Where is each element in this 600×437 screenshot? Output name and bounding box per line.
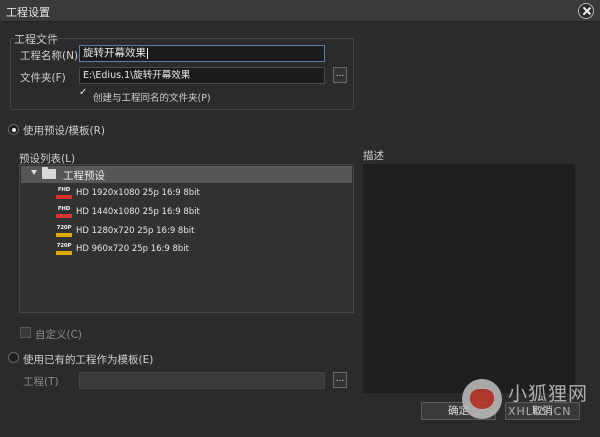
folder-path-value: E:\Edius.1\旋转开幕效果 xyxy=(83,70,191,81)
text-caret xyxy=(147,47,148,59)
title-bar: 工程设置 xyxy=(0,0,600,22)
resolution-badge-text: 720P xyxy=(56,243,72,249)
resolution-badge-bar xyxy=(56,251,72,255)
description-label: 描述 xyxy=(363,150,384,162)
watermark: 小狐狸网 XHLKS.CN xyxy=(462,375,592,425)
preset-item-label: HD 1280x720 25p 16:9 8bit xyxy=(76,226,195,236)
preset-item[interactable]: 720P HD 1280x720 25p 16:9 8bit xyxy=(56,225,346,241)
resolution-badge-text: 720P xyxy=(56,225,72,231)
preset-item-label: HD 960x720 25p 16:9 8bit xyxy=(76,244,190,254)
preset-item[interactable]: FHD HD 1440x1080 25p 16:9 8bit xyxy=(56,206,346,222)
template-project-input[interactable] xyxy=(79,372,325,389)
resolution-badge-icon: FHD xyxy=(56,187,72,200)
template-browse-button[interactable]: ... xyxy=(333,372,347,388)
window-title: 工程设置 xyxy=(6,6,50,19)
preset-folder-row[interactable]: 工程预设 xyxy=(21,166,352,183)
description-panel xyxy=(363,164,575,393)
preset-list[interactable]: 工程预设 FHD HD 1920x1080 25p 16:9 8bit FHD HD … xyxy=(19,164,354,313)
use-preset-label: 使用预设/模板(R) xyxy=(23,125,106,137)
resolution-badge-icon: FHD xyxy=(56,206,72,219)
close-icon[interactable] xyxy=(578,3,594,19)
create-folder-checkbox[interactable] xyxy=(79,87,90,101)
resolution-badge-icon: 720P xyxy=(56,243,72,256)
custom-checkbox[interactable] xyxy=(20,327,31,338)
fox-logo-icon xyxy=(462,379,502,419)
use-existing-template-radio[interactable] xyxy=(8,352,19,363)
resolution-badge-bar xyxy=(56,195,72,199)
folder-label: 文件夹(F) xyxy=(20,72,66,84)
project-name-input[interactable]: 旋转开幕效果 xyxy=(79,45,325,62)
expand-triangle-icon[interactable] xyxy=(31,170,37,175)
folder-icon xyxy=(42,167,56,179)
preset-folder-name: 工程预设 xyxy=(63,170,105,182)
resolution-badge-bar xyxy=(56,233,72,237)
preset-item[interactable]: FHD HD 1920x1080 25p 16:9 8bit xyxy=(56,187,346,203)
resolution-badge-text: FHD xyxy=(57,187,71,193)
folder-path-input[interactable]: E:\Edius.1\旋转开幕效果 xyxy=(79,67,325,84)
folder-browse-button[interactable]: ... xyxy=(333,67,347,83)
watermark-sub: XHLKS.CN xyxy=(508,405,572,418)
watermark-main: 小狐狸网 xyxy=(508,383,589,405)
use-preset-radio[interactable] xyxy=(8,124,19,135)
preset-item[interactable]: 720P HD 960x720 25p 16:9 8bit xyxy=(56,243,346,259)
resolution-badge-icon: 720P xyxy=(56,225,72,238)
use-existing-template-label: 使用已有的工程作为模板(E) xyxy=(23,354,154,366)
template-project-label: 工程(T) xyxy=(23,376,59,388)
project-name-value: 旋转开幕效果 xyxy=(83,47,146,59)
resolution-badge-bar xyxy=(56,214,72,218)
custom-label: 自定义(C) xyxy=(35,329,83,341)
preset-item-label: HD 1920x1080 25p 16:9 8bit xyxy=(76,188,200,198)
resolution-badge-text: FHD xyxy=(57,206,71,212)
create-folder-label: 创建与工程同名的文件夹(P) xyxy=(93,93,211,104)
preset-item-label: HD 1440x1080 25p 16:9 8bit xyxy=(76,207,200,217)
project-name-label: 工程名称(N) xyxy=(20,50,79,62)
